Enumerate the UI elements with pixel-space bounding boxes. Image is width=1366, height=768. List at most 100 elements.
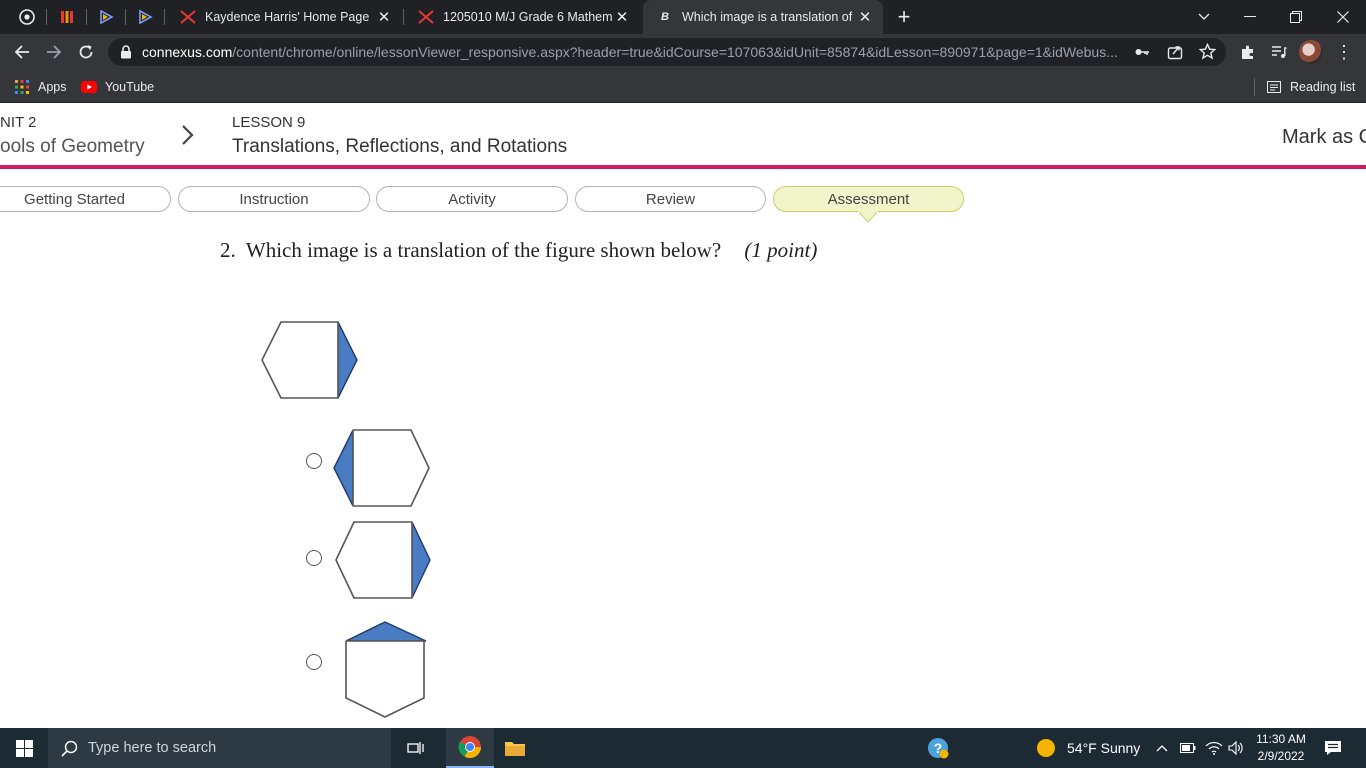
question-number: 2. <box>220 238 236 262</box>
avatar <box>1299 40 1323 64</box>
lock-icon <box>121 45 131 59</box>
extensions-button[interactable] <box>1234 38 1262 66</box>
option-c-radio[interactable] <box>306 654 322 670</box>
apps-grid-icon <box>15 79 29 94</box>
pinned-tab-play-2[interactable] <box>126 0 164 34</box>
reload-icon <box>79 45 93 59</box>
wifi-icon <box>1205 742 1223 755</box>
reload-button[interactable] <box>72 38 100 66</box>
task-view-button[interactable] <box>403 728 429 768</box>
chrome-icon <box>458 736 481 758</box>
share-icon[interactable] <box>1167 44 1183 65</box>
pinned-tab-play-1[interactable] <box>87 0 125 34</box>
pinned-tab-library[interactable] <box>48 0 86 34</box>
close-icon[interactable]: ✕ <box>612 7 632 27</box>
tab-assessment[interactable]: Assessment <box>773 186 964 212</box>
clock-time: 11:30 AM <box>1256 732 1306 746</box>
media-control-button[interactable] <box>1265 38 1293 66</box>
reading-list-button[interactable]: Reading list <box>1267 71 1355 102</box>
tab-title: Kaydence Harris' Home Page <box>205 10 370 24</box>
help-app-button[interactable]: ? <box>926 728 950 768</box>
bookmark-label: YouTube <box>105 79 155 94</box>
tab-instruction[interactable]: Instruction <box>178 186 370 212</box>
restore-icon <box>1290 11 1302 23</box>
address-bar[interactable]: connexus.com/content/chrome/online/lesso… <box>108 38 1226 66</box>
close-icon[interactable]: ✕ <box>374 7 394 27</box>
taskbar-chrome[interactable] <box>446 728 494 768</box>
library-icon <box>61 11 73 23</box>
browser-tab-strip: Kaydence Harris' Home Page ✕ 1205010 M/J… <box>0 0 1366 34</box>
bookmark-apps[interactable]: Apps <box>15 71 67 102</box>
volume-control[interactable] <box>1228 728 1244 768</box>
puzzle-icon <box>1242 45 1253 59</box>
more-vert-icon: ⋮ <box>1335 41 1353 62</box>
original-figure <box>261 321 358 399</box>
menu-button[interactable]: ⋮ <box>1330 38 1358 66</box>
option-b-radio[interactable] <box>306 550 322 566</box>
minimize-button[interactable] <box>1227 0 1273 34</box>
unit-label: NIT 2 <box>0 114 37 131</box>
battery-icon <box>1180 743 1196 753</box>
mark-complete-button[interactable]: Mark as C <box>1282 126 1366 149</box>
star-icon[interactable] <box>1198 42 1217 65</box>
question-points: (1 point) <box>744 238 818 262</box>
taskbar-search[interactable]: Type here to search <box>48 728 391 768</box>
option-b-figure[interactable] <box>332 518 436 606</box>
restore-button[interactable] <box>1273 0 1319 34</box>
header-accent-bar <box>0 165 1366 169</box>
key-icon[interactable] <box>1134 44 1150 65</box>
question-text: 2. Which image is a translation of the f… <box>220 238 817 263</box>
notification-icon <box>1325 741 1341 755</box>
clock[interactable]: 11:30 AM 2/9/2022 <box>1255 728 1307 768</box>
windows-icon <box>15 739 33 757</box>
show-hidden-icons[interactable] <box>1156 728 1168 768</box>
network-status[interactable] <box>1205 728 1223 768</box>
back-button[interactable] <box>8 38 36 66</box>
lesson-label: LESSON 9 <box>232 114 306 131</box>
lesson-header: NIT 2 ools of Geometry LESSON 9 Translat… <box>0 103 1366 165</box>
bookmarks-bar: Apps YouTube Reading list <box>0 71 1366 103</box>
b-icon: B <box>661 11 669 23</box>
taskbar-file-explorer[interactable] <box>498 728 532 768</box>
url-text: connexus.com/content/chrome/online/lesso… <box>142 44 1118 60</box>
forward-button[interactable] <box>40 38 68 66</box>
plus-icon: + <box>897 4 911 29</box>
option-a-figure[interactable] <box>330 426 434 514</box>
tab-search-button[interactable] <box>1181 0 1227 34</box>
chrome-icon <box>19 9 35 25</box>
arrow-left-icon <box>14 45 29 59</box>
browser-toolbar: connexus.com/content/chrome/online/lesso… <box>0 34 1366 71</box>
option-a-radio[interactable] <box>306 453 322 469</box>
search-placeholder: Type here to search <box>88 740 217 756</box>
playlist-icon <box>1272 46 1287 58</box>
clock-date: 2/9/2022 <box>1257 749 1305 763</box>
minimize-icon <box>1244 16 1256 17</box>
play-icon <box>139 9 153 25</box>
tab-getting-started[interactable]: Getting Started <box>0 186 171 212</box>
tab-translation-question[interactable]: B Which image is a translation of th ✕ <box>643 0 883 34</box>
new-tab-button[interactable]: + <box>890 3 918 31</box>
tab-activity[interactable]: Activity <box>376 186 568 212</box>
unit-title[interactable]: ools of Geometry <box>0 136 145 158</box>
profile-button[interactable] <box>1297 38 1325 66</box>
close-icon[interactable]: ✕ <box>855 7 875 27</box>
weather-widget[interactable]: 54°F Sunny <box>1037 728 1140 768</box>
lesson-title: Translations, Reflections, and Rotations <box>232 136 568 157</box>
play-icon <box>100 9 114 25</box>
notifications-button[interactable] <box>1324 728 1342 768</box>
bookmark-youtube[interactable]: YouTube <box>81 71 154 102</box>
reading-list-icon <box>1267 80 1281 93</box>
tab-kaydence-home[interactable]: Kaydence Harris' Home Page ✕ <box>166 0 402 34</box>
start-button[interactable] <box>0 728 48 768</box>
close-window-button[interactable] <box>1320 0 1366 34</box>
battery-status[interactable] <box>1180 728 1196 768</box>
tab-grade6-math[interactable]: 1205010 M/J Grade 6 Mathemati ✕ <box>404 0 640 34</box>
chevron-right-icon[interactable] <box>180 124 196 146</box>
weather-text: 54°F Sunny <box>1067 740 1141 756</box>
option-c-figure[interactable] <box>342 618 432 722</box>
chevron-down-icon <box>1198 13 1210 20</box>
tab-review[interactable]: Review <box>575 186 766 212</box>
task-view-icon <box>407 742 424 754</box>
pinned-tab-chrome[interactable] <box>8 0 46 34</box>
speaker-icon <box>1228 741 1243 755</box>
